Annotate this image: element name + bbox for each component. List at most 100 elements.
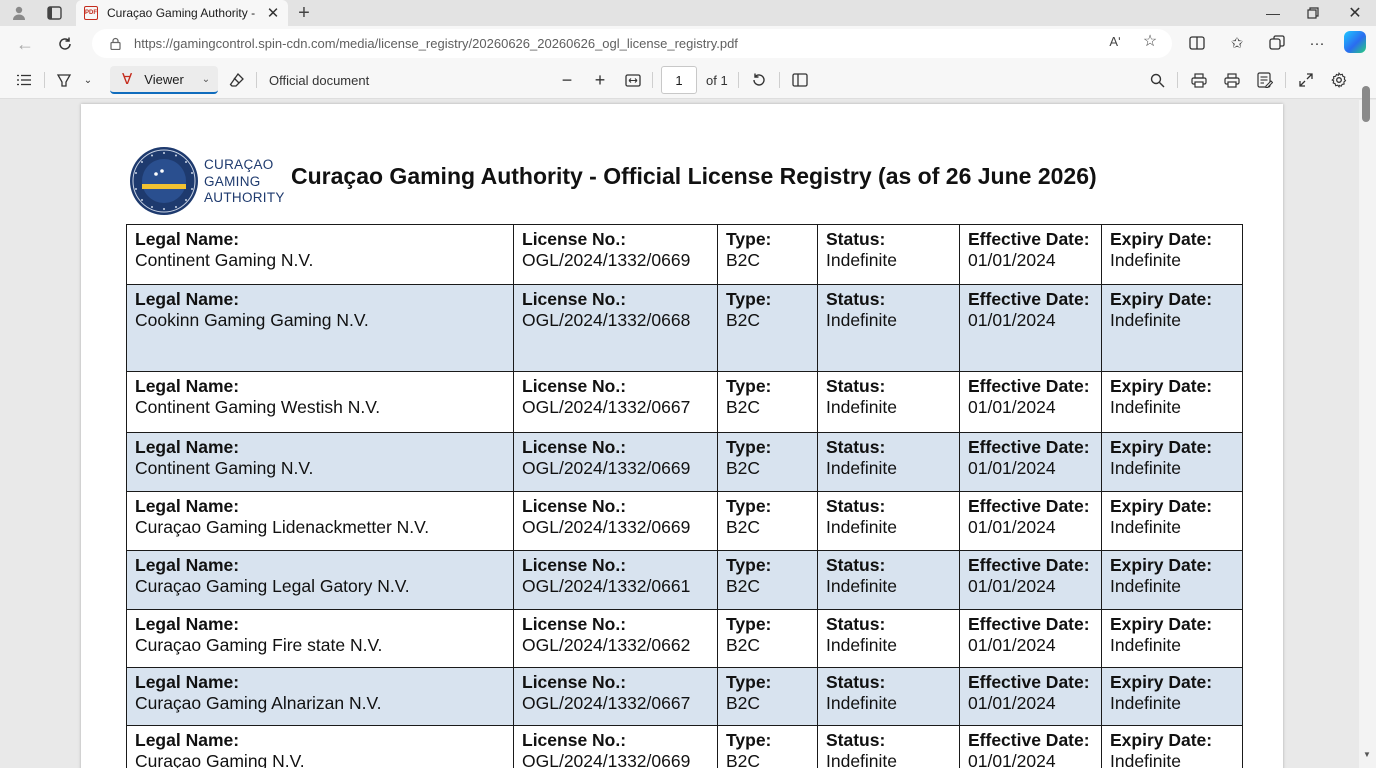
tab-strip: PDF Curaçao Gaming Authority - C ✕ + — ✕ [0, 0, 1376, 26]
save-icon[interactable] [1220, 68, 1244, 92]
legal-name-cell: Legal Name: Cookinn Gaming Gaming N.V. [126, 284, 514, 372]
search-icon[interactable] [1145, 68, 1169, 92]
zoom-in-icon[interactable]: + [588, 68, 612, 92]
field-label: Type: [726, 614, 772, 634]
scroll-thumb[interactable] [1362, 86, 1370, 122]
field-label: Expiry Date: [1110, 496, 1213, 516]
field-label: Effective Date: [968, 614, 1090, 634]
copilot-icon[interactable] [1344, 31, 1366, 53]
field-label: Effective Date: [968, 289, 1090, 309]
license-number-cell: License No.: OGL/2024/1332/0661 [513, 550, 718, 610]
field-label: Effective Date: [968, 496, 1090, 516]
table-row: Legal Name: Curaçao Gaming Fire state N.V… [126, 609, 1243, 668]
field-value: 01/01/2024 [968, 458, 1056, 478]
expiry-date-cell: Expiry Date: Indefinite [1101, 224, 1243, 285]
table-row: Legal Name: Continent Gaming N.V. License … [126, 432, 1243, 492]
org-line-3: AUTHORITY [204, 190, 285, 205]
tab-title: Curaçao Gaming Authority - C [107, 6, 259, 20]
lock-icon[interactable] [108, 37, 122, 51]
field-label: Status: [826, 437, 886, 457]
profile-icon[interactable] [6, 2, 32, 24]
viewer-mode-button[interactable]: ∀ Viewer ⌄ [110, 66, 218, 94]
field-label: Status: [826, 229, 886, 249]
settings-icon[interactable] [1327, 68, 1351, 92]
collections-icon[interactable] [1264, 30, 1290, 56]
table-row: Legal Name: Curaçao Gaming Alnarizan N.V.… [126, 667, 1243, 726]
vertical-scrollbar[interactable] [1359, 100, 1376, 768]
favorites-icon[interactable]: ✩ [1224, 30, 1250, 56]
field-label: Type: [726, 289, 772, 309]
save-as-icon[interactable] [1253, 68, 1277, 92]
field-label: License No.: [522, 730, 627, 750]
type-cell: Type: B2C [717, 550, 818, 610]
field-value: Continent Gaming Westish N.V. [135, 397, 381, 417]
field-label: License No.: [522, 376, 627, 396]
field-value: Indefinite [826, 693, 898, 713]
field-value: 01/01/2024 [968, 751, 1056, 768]
separator [1285, 72, 1286, 88]
license-number-cell: License No.: OGL/2024/1332/0662 [513, 609, 718, 668]
favorite-star-icon[interactable]: ☆ [1140, 32, 1160, 50]
close-window-icon[interactable]: ✕ [1335, 0, 1375, 26]
zoom-out-icon[interactable]: − [555, 68, 579, 92]
field-value: OGL/2024/1332/0668 [522, 310, 691, 330]
field-label: Status: [826, 289, 886, 309]
fullscreen-icon[interactable] [1294, 68, 1318, 92]
contents-icon[interactable] [12, 68, 36, 92]
status-cell: Status: Indefinite [817, 550, 960, 610]
print-icon[interactable] [1187, 68, 1211, 92]
expiry-date-cell: Expiry Date: Indefinite [1101, 550, 1243, 610]
close-icon[interactable]: ✕ [264, 4, 282, 22]
field-label: Effective Date: [968, 672, 1090, 692]
authority-wordmark: CURAÇAO GAMING AUTHORITY [204, 157, 285, 207]
field-value: Curaçao Gaming Fire state N.V. [135, 635, 383, 655]
refresh-icon[interactable] [52, 31, 78, 57]
scroll-down-icon[interactable]: ▼ [1361, 750, 1373, 760]
field-value: B2C [726, 635, 761, 655]
fit-page-icon[interactable] [621, 68, 645, 92]
page-number-input[interactable]: 1 [661, 66, 697, 94]
back-icon[interactable]: ← [12, 31, 38, 57]
field-value: Indefinite [826, 458, 898, 478]
field-value: OGL/2024/1332/0667 [522, 397, 691, 417]
minimize-icon[interactable]: — [1253, 0, 1293, 26]
field-value: Curaçao Gaming Legal Gatory N.V. [135, 576, 410, 596]
more-icon[interactable]: ··· [1304, 30, 1330, 56]
workspaces-icon[interactable] [41, 2, 67, 24]
field-label: Effective Date: [968, 229, 1090, 249]
field-label: Legal Name: [135, 496, 240, 516]
separator [256, 72, 257, 88]
draw-icon: ∀ [122, 71, 133, 88]
highlight-icon[interactable] [52, 68, 76, 92]
pdf-toolbar: ⌄ ∀ Viewer ⌄ Official document − + 1 of … [0, 61, 1376, 99]
pdf-viewport[interactable]: CURAÇAO GAMING AUTHORITY Curaçao Gaming … [0, 100, 1376, 768]
chevron-down-icon[interactable]: ⌄ [76, 68, 100, 92]
plus-icon[interactable]: + [292, 2, 316, 24]
field-value: Indefinite [1110, 397, 1182, 417]
field-label: Legal Name: [135, 730, 240, 750]
field-label: Expiry Date: [1110, 730, 1213, 750]
split-screen-icon[interactable] [1184, 30, 1210, 56]
effective-date-cell: Effective Date: 01/01/2024 [959, 224, 1102, 285]
active-tab[interactable]: PDF Curaçao Gaming Authority - C ✕ [76, 0, 288, 26]
effective-date-cell: Effective Date: 01/01/2024 [959, 609, 1102, 668]
field-value: 01/01/2024 [968, 250, 1056, 270]
eraser-icon[interactable] [225, 68, 249, 92]
field-label: Status: [826, 376, 886, 396]
license-number-cell: License No.: OGL/2024/1332/0667 [513, 667, 718, 726]
page-view-icon[interactable] [788, 68, 812, 92]
field-value: Indefinite [1110, 751, 1182, 768]
field-label: Expiry Date: [1110, 229, 1213, 249]
field-label: Legal Name: [135, 229, 240, 249]
url-input[interactable]: https://gamingcontrol.spin-cdn.com/media… [92, 29, 1172, 58]
table-row: Legal Name: Curaçao Gaming Lidenackmetter… [126, 491, 1243, 551]
read-aloud-icon[interactable]: Aʹ [1105, 32, 1125, 50]
rotate-icon[interactable] [747, 68, 771, 92]
field-label: Expiry Date: [1110, 437, 1213, 457]
status-cell: Status: Indefinite [817, 224, 960, 285]
field-value: Indefinite [826, 310, 898, 330]
field-label: Expiry Date: [1110, 672, 1213, 692]
url-path: /media/license_registry/20260626_2026062… [335, 36, 738, 51]
field-value: Curaçao Gaming Lidenackmetter N.V. [135, 517, 430, 537]
restore-icon[interactable] [1293, 0, 1333, 26]
